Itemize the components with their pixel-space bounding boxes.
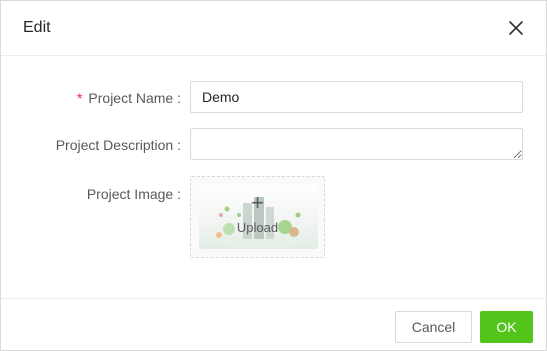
project-name-label-text: Project Name :: [88, 90, 181, 106]
project-name-label: * Project Name :: [77, 90, 181, 106]
project-image-label: Project Image :: [86, 186, 181, 202]
required-mark: *: [76, 90, 83, 106]
plus-icon: +: [251, 190, 264, 215]
dialog-header: Edit: [1, 1, 546, 56]
dialog-footer: Cancel OK: [1, 298, 546, 351]
close-button[interactable]: [506, 18, 526, 38]
ok-button[interactable]: OK: [480, 311, 533, 343]
upload-label: Upload: [236, 220, 279, 235]
image-upload-button[interactable]: + Upload: [190, 176, 325, 258]
dialog-title: Edit: [23, 19, 51, 36]
close-icon: [509, 21, 523, 35]
project-description-label: Project Description :: [55, 137, 181, 153]
project-description-input[interactable]: [190, 128, 523, 160]
cancel-button[interactable]: Cancel: [395, 311, 472, 343]
edit-dialog: Edit * Project Name : Project Description…: [0, 0, 547, 351]
project-name-input[interactable]: [190, 81, 523, 113]
